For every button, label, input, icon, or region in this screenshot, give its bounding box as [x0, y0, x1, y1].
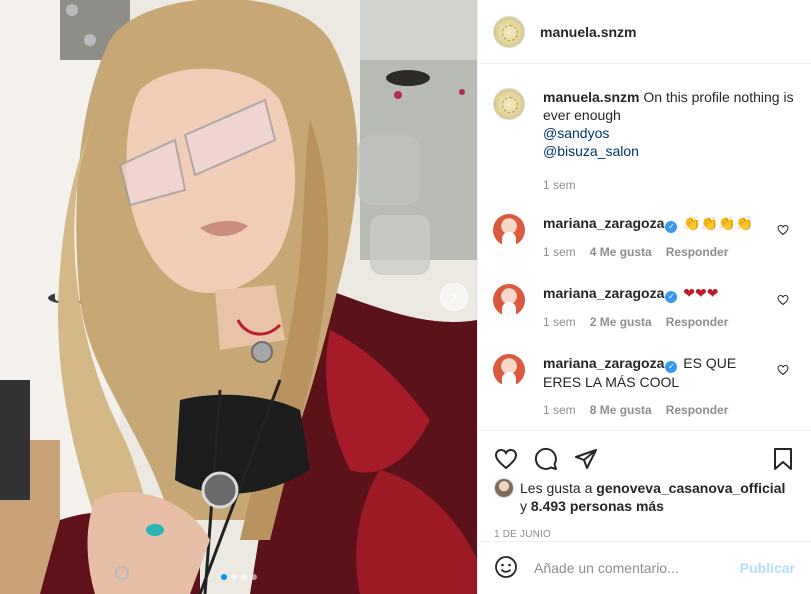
heart-icon: [494, 448, 518, 470]
carousel-dot: [220, 574, 227, 580]
like-comment-heart-icon[interactable]: [777, 364, 789, 376]
reply-button[interactable]: Responder: [666, 315, 729, 329]
comment-button[interactable]: [534, 439, 574, 479]
reply-button[interactable]: Responder: [666, 403, 729, 417]
mention-link[interactable]: @bisuza_salon: [543, 142, 797, 160]
post-actions: Les gusta a genoveva_casanova_official y…: [478, 430, 811, 540]
emoji-button[interactable]: [494, 555, 534, 582]
post-photo[interactable]: ›: [0, 0, 477, 594]
likes-summary: Les gusta a genoveva_casanova_official y…: [494, 478, 795, 515]
comment-likes[interactable]: 4 Me gusta: [590, 245, 652, 259]
share-icon: [575, 449, 597, 469]
avatar[interactable]: [494, 478, 514, 498]
like-button[interactable]: [494, 439, 534, 479]
like-comment-heart-icon[interactable]: [777, 224, 789, 236]
post-dialog: › manuela.snzm manuela.snzm On this prof…: [0, 0, 811, 594]
reply-button[interactable]: Responder: [666, 245, 729, 259]
add-comment-bar: Publicar: [478, 541, 811, 594]
likes-conjunction: y: [520, 498, 527, 514]
caption: manuela.snzm On this profile nothing is …: [493, 88, 797, 194]
comment-item: mariana_zaragoza ✓ ES QUE ERES LA MÁS COO…: [493, 354, 797, 417]
next-slide-button[interactable]: ›: [440, 283, 468, 311]
comment-time[interactable]: 1 sem: [543, 315, 576, 329]
comment-username[interactable]: mariana_zaragoza: [543, 215, 664, 231]
comment-meta: 1 sem 8 Me gusta Responder: [543, 403, 797, 417]
verified-badge-icon: ✓: [665, 361, 678, 373]
comments-list[interactable]: manuela.snzm On this profile nothing is …: [478, 64, 811, 430]
comment-text: mariana_zaragoza ✓ 👏👏👏👏: [543, 214, 763, 233]
avatar[interactable]: [493, 15, 525, 48]
comment-icon: [534, 447, 557, 470]
avatar[interactable]: [493, 354, 525, 386]
post-date[interactable]: 1 DE JUNIO: [494, 529, 795, 540]
caption-username[interactable]: manuela.snzm: [543, 89, 639, 105]
post-header: manuela.snzm: [478, 0, 811, 64]
post-side-panel: manuela.snzm manuela.snzm On this profil…: [477, 0, 811, 594]
carousel-dot: [250, 574, 257, 580]
photo-scene: [0, 0, 477, 594]
avatar[interactable]: [493, 214, 525, 246]
emoji-icon: [495, 555, 517, 578]
likes-text: Les gusta a genoveva_casanova_official y…: [520, 479, 795, 515]
avatar[interactable]: [493, 88, 525, 120]
comment-time[interactable]: 1 sem: [543, 245, 576, 259]
likes-others[interactable]: 8.493 personas más: [531, 498, 664, 514]
comment-text: mariana_zaragoza ✓ ES QUE ERES LA MÁS COO…: [543, 354, 763, 391]
publish-button[interactable]: Publicar: [740, 560, 795, 576]
comment-meta: 1 sem 2 Me gusta Responder: [543, 315, 797, 329]
verified-badge-icon: ✓: [665, 221, 678, 233]
comment-body: ❤❤❤: [683, 285, 719, 301]
likes-user[interactable]: genoveva_casanova_official: [596, 480, 785, 496]
comment-input[interactable]: [534, 560, 740, 576]
caption-time[interactable]: 1 sem: [543, 176, 797, 194]
comment-time[interactable]: 1 sem: [543, 403, 576, 417]
chevron-right-icon: ›: [451, 288, 457, 305]
carousel-indicator: [0, 574, 477, 580]
caption-text: manuela.snzm On this profile nothing is …: [543, 88, 797, 194]
comment-username[interactable]: mariana_zaragoza: [543, 285, 664, 301]
like-comment-heart-icon[interactable]: [777, 294, 789, 306]
verified-badge-icon: ✓: [665, 291, 678, 303]
avatar[interactable]: [493, 284, 525, 316]
mention-link[interactable]: @sandyos: [543, 124, 797, 142]
comment-item: mariana_zaragoza ✓ 👏👏👏👏 1 sem 4 Me gusta …: [493, 214, 797, 259]
comment-likes[interactable]: 8 Me gusta: [590, 403, 652, 417]
likes-prefix: Les gusta a: [520, 480, 593, 496]
comment-likes[interactable]: 2 Me gusta: [590, 315, 652, 329]
comment-item: mariana_zaragoza ✓ ❤❤❤ 1 sem 2 Me gusta R…: [493, 284, 797, 329]
comment-meta: 1 sem 4 Me gusta Responder: [543, 245, 797, 259]
comment-body: 👏👏👏👏: [683, 215, 754, 231]
share-button[interactable]: [574, 439, 614, 479]
comment-username[interactable]: mariana_zaragoza: [543, 355, 664, 371]
carousel-dot: [240, 574, 247, 580]
header-username[interactable]: manuela.snzm: [540, 24, 636, 40]
save-button[interactable]: [755, 439, 795, 479]
action-bar: [494, 439, 795, 479]
carousel-dot: [230, 574, 237, 580]
comment-text: mariana_zaragoza ✓ ❤❤❤: [543, 284, 763, 303]
bookmark-icon: [774, 448, 792, 470]
